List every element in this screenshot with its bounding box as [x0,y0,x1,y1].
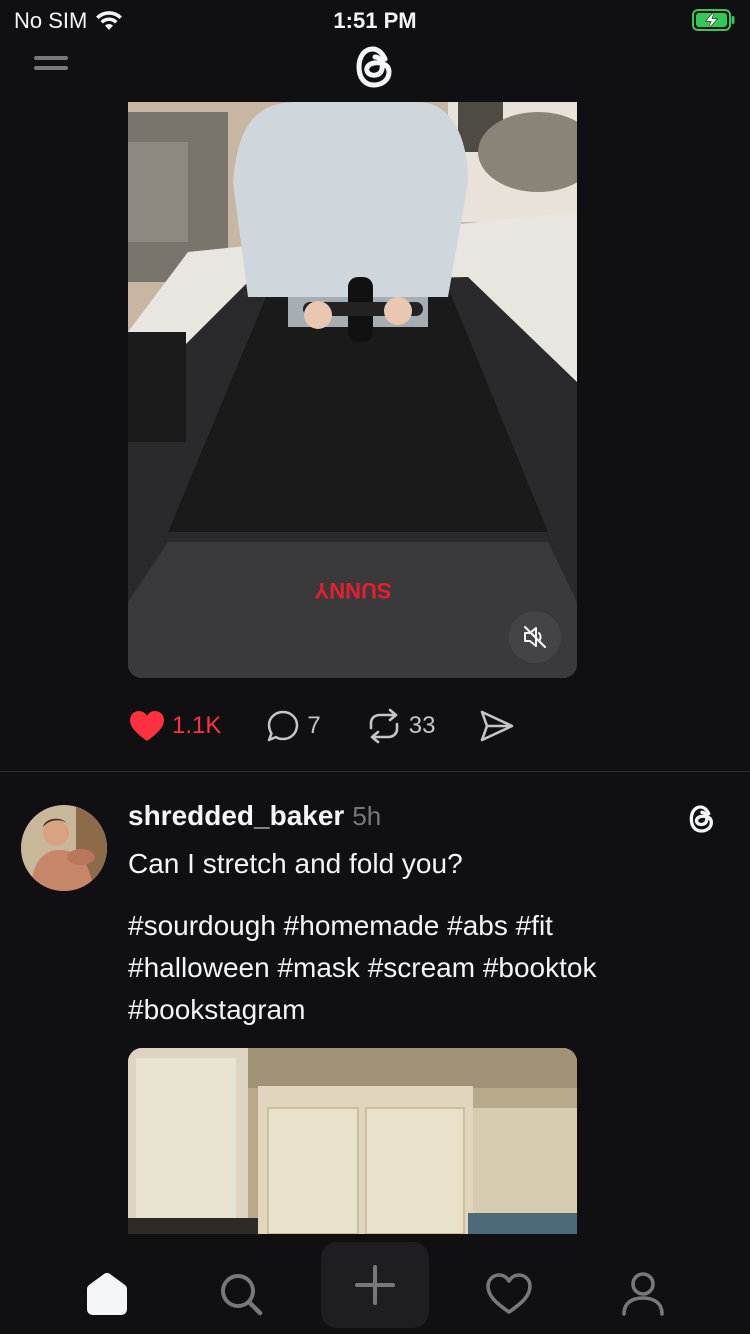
post-time: 5h [352,801,382,831]
reply-count: 7 [307,712,321,739]
treadmill-video-frame: SUNNY [128,102,577,678]
post-header: shredded_baker 5h [128,800,381,832]
hashtag-line[interactable]: #halloween #mask #scream #booktok [128,947,728,989]
tab-activity[interactable] [455,1250,563,1334]
reply-button[interactable]: 7 [265,708,321,744]
tab-home[interactable] [53,1250,161,1334]
tab-create[interactable] [321,1242,429,1328]
threads-logo-icon[interactable] [686,802,718,841]
status-bar: No SIM 1:51 PM [0,0,750,40]
battery-charging-icon [692,8,736,37]
profile-icon [622,1272,664,1316]
avatar[interactable] [21,805,107,891]
tab-profile[interactable] [589,1250,697,1334]
status-time: 1:51 PM [333,8,417,33]
repost-count: 33 [408,712,436,739]
comment-icon [268,710,299,742]
speaker-muted-icon[interactable] [509,611,561,663]
heart-icon [486,1273,532,1314]
username[interactable]: shredded_baker [128,800,344,832]
repost-button[interactable]: 33 [365,708,436,744]
heart-filled-icon [130,711,164,741]
like-count: 1.1K [172,712,222,739]
post-actions: 1.1K 7 33 [128,702,559,750]
home-icon [87,1272,127,1315]
send-icon [481,710,514,742]
brand-text: SUNNY [314,578,391,603]
tab-bar [0,1234,750,1334]
threads-logo-icon[interactable] [351,42,399,97]
share-button[interactable] [479,709,515,743]
repost-icon [369,708,399,744]
menu-icon[interactable] [34,50,70,78]
search-icon [221,1274,263,1316]
post-caption: Can I stretch and fold you? [128,848,463,879]
like-button[interactable]: 1.1K [128,709,221,743]
hashtag-line[interactable]: #sourdough #homemade #abs #fit [128,905,728,947]
plus-icon [355,1265,395,1305]
hashtag-line[interactable]: #bookstagram [128,989,728,1031]
hashtags: #sourdough #homemade #abs #fit #hallowee… [128,905,728,1031]
post-video[interactable]: SUNNY [128,102,577,678]
post-divider [0,771,750,772]
kitchen-photo [128,1048,577,1234]
tab-search[interactable] [187,1250,295,1334]
post-image[interactable] [128,1048,577,1234]
